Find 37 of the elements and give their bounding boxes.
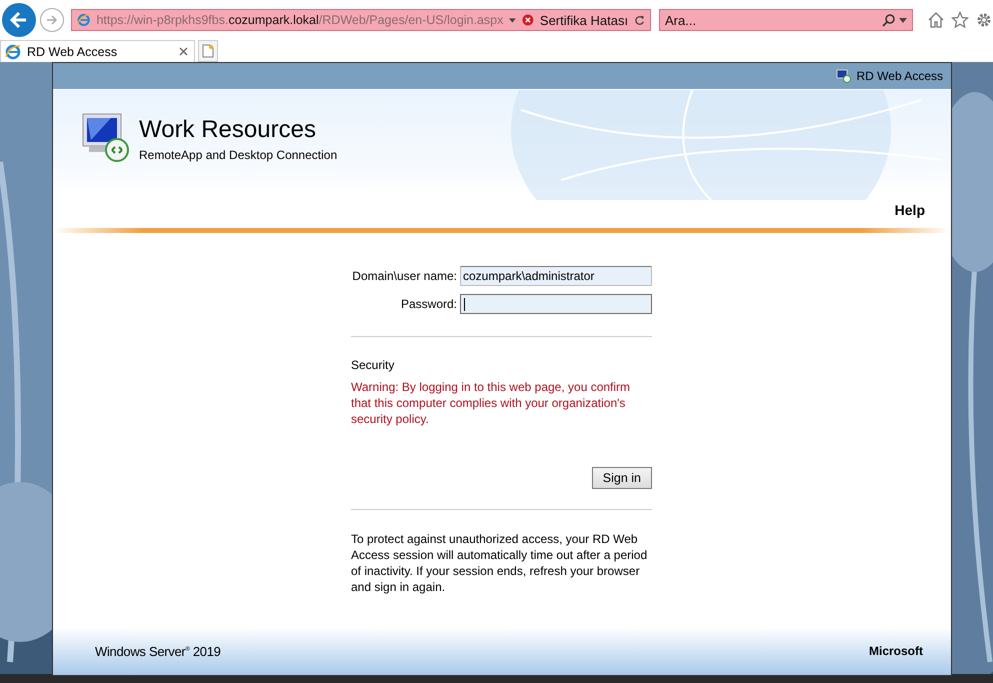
page-subtitle: RemoteApp and Desktop Connection (139, 148, 338, 162)
username-field[interactable]: cozumpark\administrator (460, 266, 652, 286)
product-name: Windows Server$^{®}$ 2019 (95, 644, 221, 658)
new-tab-icon (202, 44, 214, 58)
settings-icon[interactable] (975, 11, 993, 29)
field-label: Domain\user name: (351, 269, 457, 283)
notice-text: To protect against unauthorized access, your RD Web Access session will automatically time out after a period of inactivity. If your session ends, refresh your browser and sign in again. (351, 531, 648, 595)
close-icon[interactable] (179, 47, 188, 56)
sign-in-button[interactable]: Sign in (592, 467, 652, 489)
refresh-icon[interactable] (634, 14, 645, 26)
dropdown-icon[interactable] (899, 18, 907, 22)
browser-logo-icon (5, 44, 21, 60)
address-bar[interactable]: https://win-p8rpkhs9fbs.cozumpark.lokal/RDWeb/Pages/en-US/login.aspx Sertifika Hatası (71, 9, 651, 31)
browser-tab[interactable]: RD Web Access (0, 40, 195, 62)
back-button[interactable] (2, 3, 36, 37)
remote-desktop-icon (836, 69, 852, 83)
top-bar-label: RD Web Access (856, 69, 943, 83)
search-icon[interactable] (882, 14, 895, 26)
dropdown-icon[interactable] (509, 18, 516, 22)
home-icon[interactable] (927, 11, 945, 29)
star-icon[interactable] (951, 11, 969, 29)
new-tab-button[interactable] (198, 40, 218, 62)
arrow-right-icon (45, 13, 59, 27)
warning-text: Warning: By logging in to this web page, you confirm that this computer complies with your organization's security policy. (351, 379, 632, 427)
certificate-error-label[interactable]: Sertifika Hatası (540, 12, 628, 28)
browser-logo-icon (77, 12, 90, 28)
page-title: Work Resources (139, 116, 317, 144)
arrow-left-icon (9, 10, 29, 30)
search-input[interactable]: Ara... (665, 10, 878, 30)
field-label: Password: (400, 297, 457, 311)
vendor-name: Microsoft (869, 644, 923, 658)
password-field[interactable] (460, 294, 652, 314)
help-link[interactable]: Help (894, 202, 925, 218)
section-heading: Security (351, 358, 396, 372)
url-text: https://win-p8rpkhs9fbs.cozumpark.lokal/RDWeb/Pages/en-US/login.aspx (96, 13, 504, 27)
error-icon (522, 13, 534, 27)
search-field[interactable]: Ara... (659, 9, 913, 31)
